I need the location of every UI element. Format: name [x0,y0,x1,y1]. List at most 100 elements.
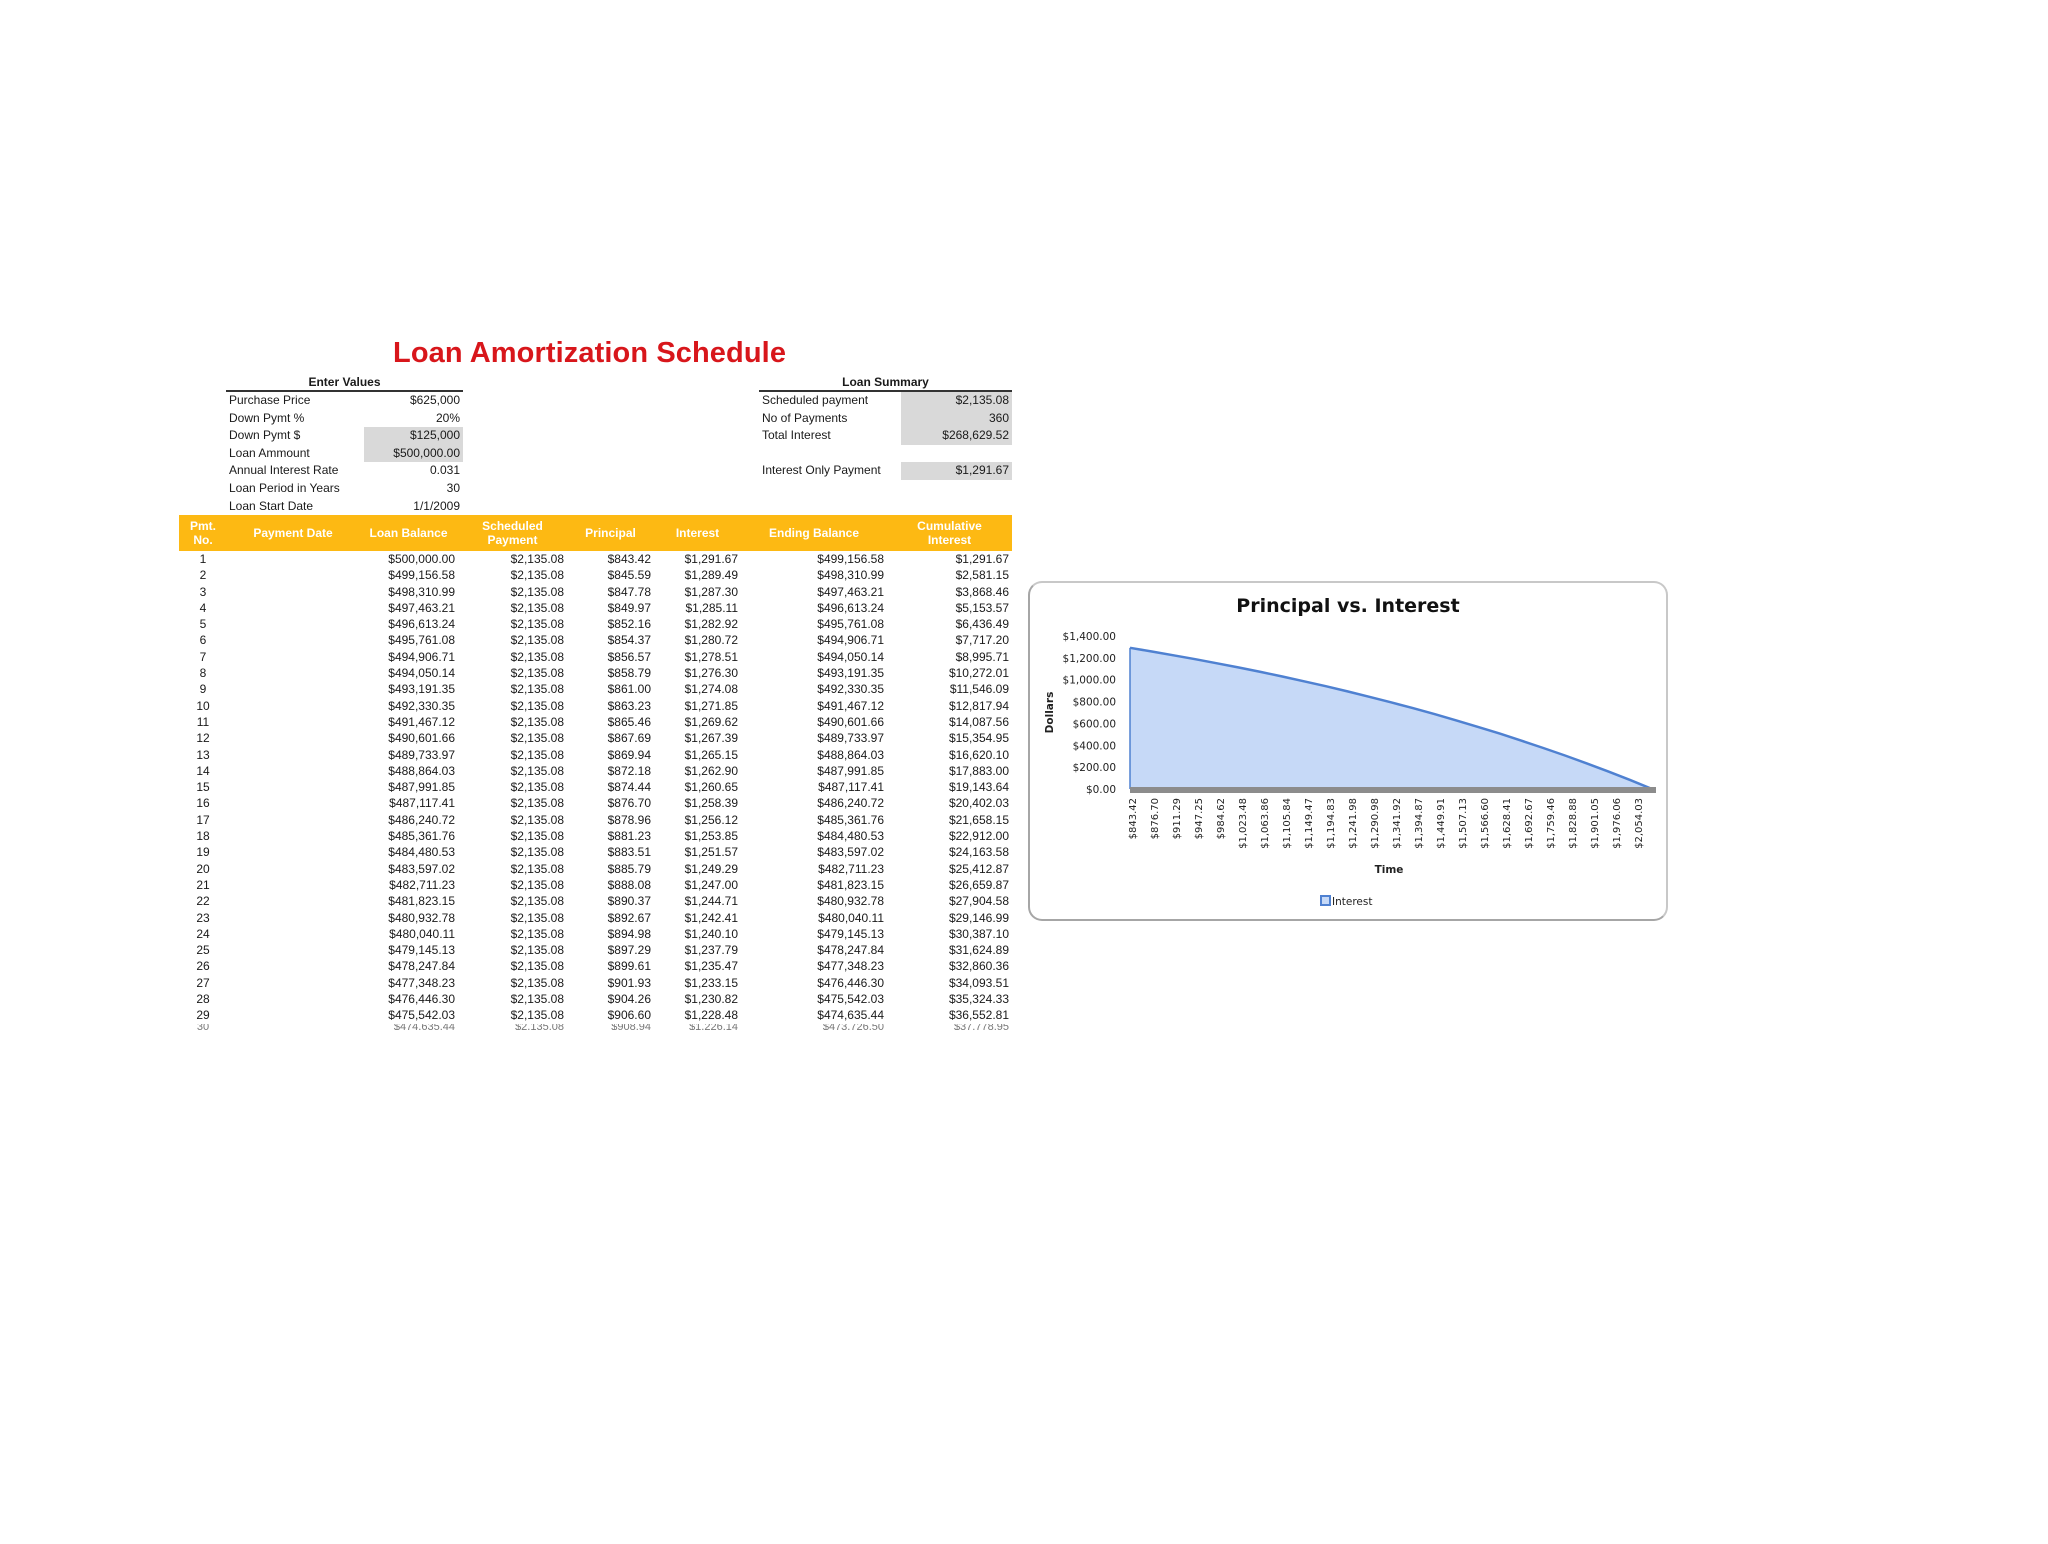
cell-interest[interactable]: $1,240.10 [654,926,741,942]
cell-principal[interactable]: $867.69 [567,730,654,746]
cell-pmt-no[interactable]: 11 [179,714,227,730]
cell-interest[interactable]: $1,269.62 [654,714,741,730]
cell-cumulative-interest[interactable]: $17,883.00 [887,763,1012,779]
cell-loan-balance[interactable]: $496,613.24 [359,616,458,632]
cell-loan-balance[interactable]: $488,864.03 [359,763,458,779]
cell-scheduled-payment[interactable]: $2,135.08 [458,795,567,811]
cell-interest[interactable]: $1,287.30 [654,584,741,600]
cell-interest[interactable]: $1,280.72 [654,632,741,648]
column-header-scheduled-payment[interactable]: Scheduled Payment [458,515,567,551]
cell-principal[interactable]: $883.51 [567,844,654,860]
cell-payment-date[interactable] [227,714,359,730]
cell-scheduled-payment[interactable]: $2,135.08 [458,926,567,942]
cell-loan-balance[interactable]: $495,761.08 [359,632,458,648]
cell-loan-balance[interactable]: $487,991.85 [359,779,458,795]
input-value[interactable]: $500,000.00 [364,444,463,463]
cell-scheduled-payment[interactable]: $2,135.08 [458,975,567,991]
cell-pmt-no[interactable]: 13 [179,747,227,763]
cell-loan-balance[interactable]: $480,932.78 [359,910,458,926]
cell-principal[interactable]: $856.57 [567,649,654,665]
cell-payment-date[interactable] [227,812,359,828]
cell-ending-balance[interactable]: $494,906.71 [741,632,887,648]
cell-payment-date[interactable] [227,991,359,1007]
cell-cumulative-interest[interactable]: $30,387.10 [887,926,1012,942]
cell-cumulative-interest[interactable]: $21,658.15 [887,812,1012,828]
cell-scheduled-payment[interactable]: $2,135.08 [458,844,567,860]
cell-cumulative-interest[interactable]: $31,624.89 [887,942,1012,958]
cell-principal[interactable]: $843.42 [567,551,654,567]
cell-principal[interactable]: $894.98 [567,926,654,942]
column-header-payment-date[interactable]: Payment Date [227,515,359,551]
cell-ending-balance[interactable]: $487,991.85 [741,763,887,779]
cell-ending-balance[interactable]: $478,247.84 [741,942,887,958]
cell-ending-balance[interactable]: $481,823.15 [741,877,887,893]
cell-interest[interactable]: $1,265.15 [654,747,741,763]
cell-payment-date[interactable] [227,616,359,632]
cell-pmt-no[interactable]: 7 [179,649,227,665]
input-value[interactable]: 20% [364,410,463,428]
cell-interest[interactable]: $1,253.85 [654,828,741,844]
cell-payment-date[interactable] [227,1007,359,1023]
cell-loan-balance[interactable]: $483,597.02 [359,861,458,877]
cell-cumulative-interest[interactable]: $12,817.94 [887,698,1012,714]
input-value[interactable]: 1/1/2009 [364,498,463,516]
cell-cumulative-interest[interactable]: $1,291.67 [887,551,1012,567]
cell-payment-date[interactable] [227,893,359,909]
cell-interest[interactable]: $1,242.41 [654,910,741,926]
cell-pmt-no[interactable]: 20 [179,861,227,877]
cell-pmt-no[interactable]: 16 [179,795,227,811]
cell-pmt-no[interactable]: 2 [179,567,227,583]
cell-principal[interactable]: $904.26 [567,991,654,1007]
cell-ending-balance[interactable]: $490,601.66 [741,714,887,730]
cell-pmt-no[interactable]: 8 [179,665,227,681]
cell-principal[interactable]: $861.00 [567,681,654,697]
cell-loan-balance[interactable]: $480,040.11 [359,926,458,942]
cell-pmt-no[interactable]: 1 [179,551,227,567]
summary-value[interactable]: 360 [901,409,1012,428]
cell-loan-balance[interactable]: $475,542.03 [359,1007,458,1023]
cell-interest[interactable]: $1,271.85 [654,698,741,714]
summary-value[interactable]: $1,291.67 [901,462,1012,480]
cell-pmt-no[interactable]: 10 [179,698,227,714]
cell-payment-date[interactable] [227,942,359,958]
cell-principal[interactable]: $888.08 [567,877,654,893]
cell-principal[interactable]: $863.23 [567,698,654,714]
cell-payment-date[interactable] [227,795,359,811]
cell-cumulative-interest[interactable]: $14,087.56 [887,714,1012,730]
cell-loan-balance[interactable]: $479,145.13 [359,942,458,958]
cell-pmt-no[interactable]: 18 [179,828,227,844]
cell-ending-balance[interactable]: $479,145.13 [741,926,887,942]
cell-cumulative-interest[interactable]: $7,717.20 [887,632,1012,648]
cell-ending-balance[interactable]: $498,310.99 [741,567,887,583]
cell-payment-date[interactable] [227,600,359,616]
cell-cumulative-interest[interactable]: $34,093.51 [887,975,1012,991]
cell-interest[interactable]: $1,260.65 [654,779,741,795]
cell-loan-balance[interactable]: $497,463.21 [359,600,458,616]
cell-scheduled-payment[interactable]: $2,135.08 [458,779,567,795]
cell-cumulative-interest[interactable]: $26,659.87 [887,877,1012,893]
cell-scheduled-payment[interactable]: $2,135.08 [458,942,567,958]
cell-cumulative-interest[interactable]: $24,163.58 [887,844,1012,860]
cell-payment-date[interactable] [227,584,359,600]
input-value[interactable]: $625,000 [364,392,463,410]
cell-pmt-no[interactable]: 12 [179,730,227,746]
cell-scheduled-payment[interactable]: $2,135.08 [458,632,567,648]
cell-ending-balance[interactable]: $484,480.53 [741,828,887,844]
cell-cumulative-interest[interactable]: $10,272.01 [887,665,1012,681]
cell-principal[interactable]: $845.59 [567,567,654,583]
cell-loan-balance[interactable]: $498,310.99 [359,584,458,600]
cell-ending-balance[interactable]: $495,761.08 [741,616,887,632]
cell-cumulative-interest[interactable]: $8,995.71 [887,649,1012,665]
cell-scheduled-payment[interactable]: $2,135.08 [458,763,567,779]
cell-principal[interactable]: $847.78 [567,584,654,600]
cell-interest[interactable]: $1,267.39 [654,730,741,746]
cell-loan-balance[interactable]: $477,348.23 [359,975,458,991]
cell-cumulative-interest[interactable]: $35,324.33 [887,991,1012,1007]
cell-principal[interactable]: $878.96 [567,812,654,828]
cell-ending-balance[interactable]: $492,330.35 [741,681,887,697]
cell-pmt-no[interactable]: 29 [179,1007,227,1023]
cell-cumulative-interest[interactable]: $5,153.57 [887,600,1012,616]
cell-scheduled-payment[interactable]: $2,135.08 [458,958,567,974]
cell-principal[interactable]: $874.44 [567,779,654,795]
cell-principal[interactable]: $885.79 [567,861,654,877]
